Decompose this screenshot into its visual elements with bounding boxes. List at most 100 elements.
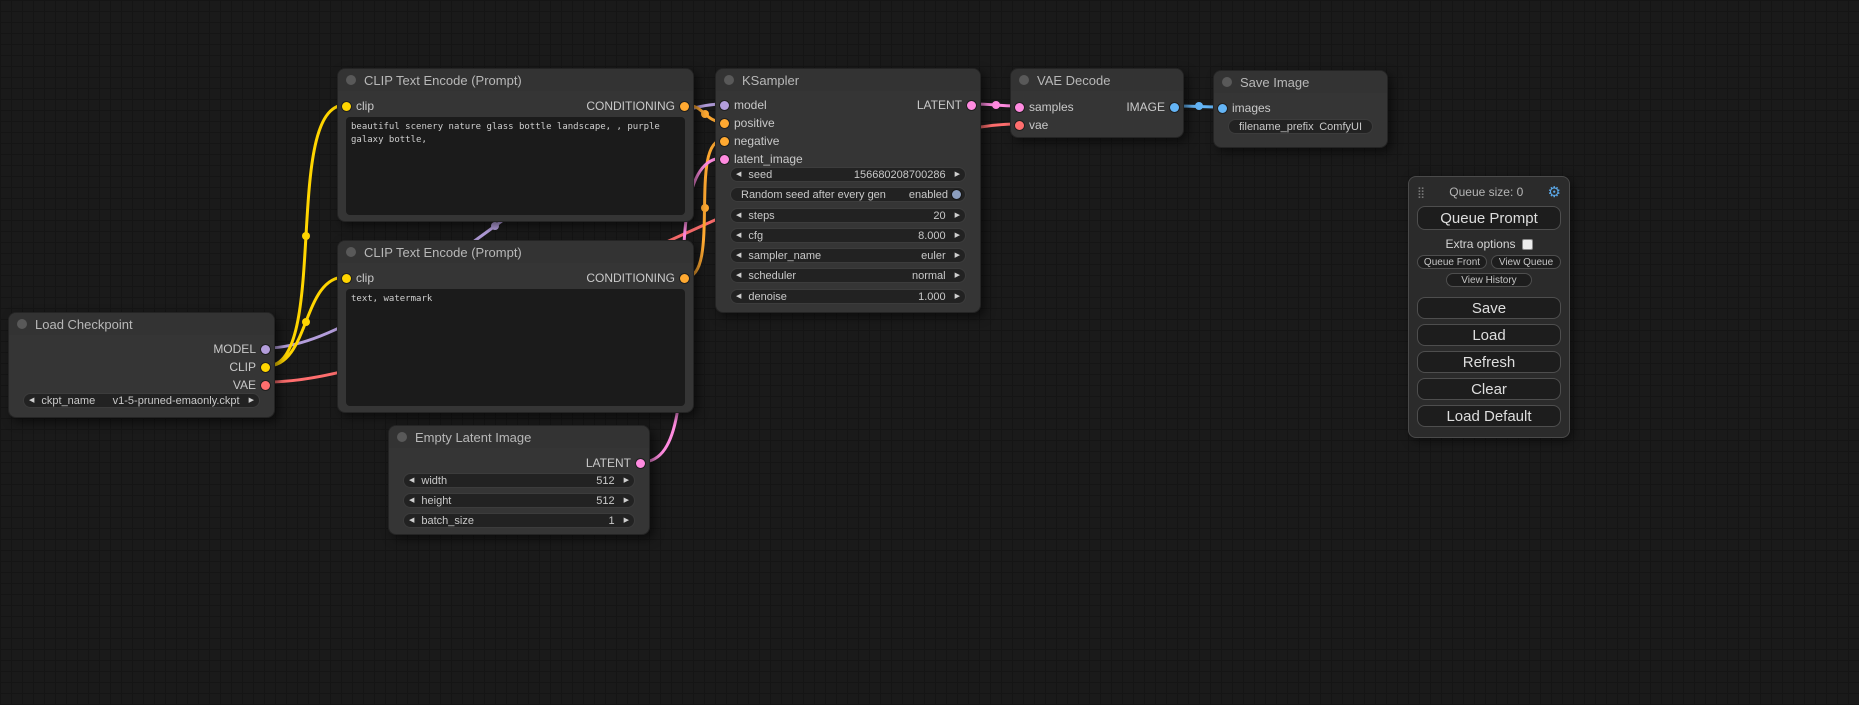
slot-dot-positive-input[interactable]	[720, 119, 729, 128]
node-clip-text-encode-negative[interactable]: CLIP Text Encode (Prompt) clip CONDITION…	[337, 240, 694, 413]
slot-dot-model[interactable]	[261, 345, 270, 354]
slot-dot-latent-output[interactable]	[636, 459, 645, 468]
queue-front-button[interactable]: Queue Front	[1417, 255, 1487, 269]
queue-prompt-button[interactable]: Queue Prompt	[1417, 206, 1561, 230]
slot-dot-clip-input[interactable]	[342, 102, 351, 111]
decrement-arrow-icon[interactable]: ◀	[731, 269, 746, 282]
widget-value[interactable]: ComfyUI	[1314, 121, 1362, 133]
save-button[interactable]: Save	[1417, 297, 1561, 319]
toggle-knob-icon[interactable]	[952, 190, 961, 199]
slot-dot-clip[interactable]	[261, 363, 270, 372]
load-default-button[interactable]: Load Default	[1417, 405, 1561, 427]
widget-value[interactable]: 512	[447, 475, 615, 487]
node-save-image[interactable]: Save Image images filename_prefix ComfyU…	[1213, 70, 1388, 148]
widget-steps[interactable]: ◀ steps 20 ▶	[730, 208, 966, 223]
collapse-dot-icon[interactable]	[1019, 75, 1029, 85]
node-title-bar[interactable]: KSampler	[716, 69, 980, 91]
drag-handle-icon[interactable]: ⣿	[1417, 186, 1425, 199]
negative-prompt-textarea[interactable]: text, watermark	[346, 289, 685, 406]
increment-arrow-icon[interactable]: ▶	[619, 514, 634, 527]
view-history-button[interactable]: View History	[1446, 273, 1532, 287]
decrement-arrow-icon[interactable]: ◀	[731, 168, 746, 181]
increment-arrow-icon[interactable]: ▶	[619, 474, 634, 487]
increment-arrow-icon[interactable]: ▶	[950, 290, 965, 303]
slot-dot-clip-input[interactable]	[342, 274, 351, 283]
decrement-arrow-icon[interactable]: ◀	[404, 474, 419, 487]
node-title-bar[interactable]: CLIP Text Encode (Prompt)	[338, 241, 693, 263]
slot-dot-samples-input[interactable]	[1015, 103, 1024, 112]
node-empty-latent-image[interactable]: Empty Latent Image LATENT ◀ width 512 ▶ …	[388, 425, 650, 535]
widget-height[interactable]: ◀ height 512 ▶	[403, 493, 635, 508]
widget-denoise[interactable]: ◀ denoise 1.000 ▶	[730, 289, 966, 304]
widget-cfg[interactable]: ◀ cfg 8.000 ▶	[730, 228, 966, 243]
node-title-bar[interactable]: Empty Latent Image	[389, 426, 649, 448]
decrement-arrow-icon[interactable]: ◀	[404, 514, 419, 527]
widget-value[interactable]: v1-5-pruned-emaonly.ckpt	[95, 395, 239, 407]
widget-random-seed-toggle[interactable]: Random seed after every gen enabled	[730, 187, 966, 202]
slot-dot-model-input[interactable]	[720, 101, 729, 110]
widget-value[interactable]: 20	[775, 210, 946, 222]
increment-arrow-icon[interactable]: ▶	[619, 494, 634, 507]
positive-prompt-textarea[interactable]: beautiful scenery nature glass bottle la…	[346, 117, 685, 215]
slot-dot-conditioning-output[interactable]	[680, 102, 689, 111]
extra-options-checkbox[interactable]	[1522, 239, 1533, 250]
decrement-arrow-icon[interactable]: ◀	[404, 494, 419, 507]
slot-label-vae: VAE	[233, 376, 256, 394]
widget-value[interactable]: 1	[474, 515, 615, 527]
view-queue-button[interactable]: View Queue	[1491, 255, 1561, 269]
node-load-checkpoint[interactable]: Load Checkpoint MODEL CLIP VAE ◀ ckpt_na…	[8, 312, 275, 418]
clear-button[interactable]: Clear	[1417, 378, 1561, 400]
widget-filename-prefix[interactable]: filename_prefix ComfyUI	[1228, 119, 1373, 134]
widget-value[interactable]: 8.000	[763, 230, 946, 242]
widget-scheduler[interactable]: ◀ scheduler normal ▶	[730, 268, 966, 283]
collapse-dot-icon[interactable]	[346, 247, 356, 257]
node-clip-text-encode-positive[interactable]: CLIP Text Encode (Prompt) clip CONDITION…	[337, 68, 694, 222]
widget-value[interactable]: 156680208700286	[772, 169, 945, 181]
increment-arrow-icon[interactable]: ▶	[950, 249, 965, 262]
slot-dot-image-output[interactable]	[1170, 103, 1179, 112]
node-graph-canvas[interactable]: Load Checkpoint MODEL CLIP VAE ◀ ckpt_na…	[0, 0, 1859, 705]
node-title-bar[interactable]: Load Checkpoint	[9, 313, 274, 335]
slot-dot-conditioning-output[interactable]	[680, 274, 689, 283]
slot-dot-vae[interactable]	[261, 381, 270, 390]
node-ksampler[interactable]: KSampler model LATENT positive negative …	[715, 68, 981, 313]
refresh-button[interactable]: Refresh	[1417, 351, 1561, 373]
increment-arrow-icon[interactable]: ▶	[950, 209, 965, 222]
widget-seed[interactable]: ◀ seed 156680208700286 ▶	[730, 167, 966, 182]
collapse-dot-icon[interactable]	[17, 319, 27, 329]
node-title-bar[interactable]: Save Image	[1214, 71, 1387, 93]
widget-batch-size[interactable]: ◀ batch_size 1 ▶	[403, 513, 635, 528]
collapse-dot-icon[interactable]	[397, 432, 407, 442]
widget-name: seed	[748, 169, 772, 181]
increment-arrow-icon[interactable]: ▶	[244, 394, 259, 407]
collapse-dot-icon[interactable]	[724, 75, 734, 85]
slot-dot-images-input[interactable]	[1218, 104, 1227, 113]
decrement-arrow-icon[interactable]: ◀	[731, 249, 746, 262]
widget-value[interactable]: 1.000	[787, 291, 946, 303]
decrement-arrow-icon[interactable]: ◀	[731, 209, 746, 222]
decrement-arrow-icon[interactable]: ◀	[24, 394, 39, 407]
widget-value[interactable]: enabled	[886, 189, 948, 201]
widget-width[interactable]: ◀ width 512 ▶	[403, 473, 635, 488]
settings-gear-icon[interactable]: ⚙	[1548, 183, 1561, 201]
slot-dot-negative-input[interactable]	[720, 137, 729, 146]
widget-value[interactable]: 512	[451, 495, 614, 507]
slot-dot-vae-input[interactable]	[1015, 121, 1024, 130]
increment-arrow-icon[interactable]: ▶	[950, 269, 965, 282]
increment-arrow-icon[interactable]: ▶	[950, 168, 965, 181]
widget-value[interactable]: euler	[821, 250, 945, 262]
slot-dot-latent-output[interactable]	[967, 101, 976, 110]
widget-ckpt-name[interactable]: ◀ ckpt_name v1-5-pruned-emaonly.ckpt ▶	[23, 393, 260, 408]
node-vae-decode[interactable]: VAE Decode samples IMAGE vae	[1010, 68, 1184, 138]
increment-arrow-icon[interactable]: ▶	[950, 229, 965, 242]
load-button[interactable]: Load	[1417, 324, 1561, 346]
decrement-arrow-icon[interactable]: ◀	[731, 290, 746, 303]
widget-sampler-name[interactable]: ◀ sampler_name euler ▶	[730, 248, 966, 263]
node-title-bar[interactable]: CLIP Text Encode (Prompt)	[338, 69, 693, 91]
widget-value[interactable]: normal	[796, 270, 946, 282]
node-title-bar[interactable]: VAE Decode	[1011, 69, 1183, 91]
decrement-arrow-icon[interactable]: ◀	[731, 229, 746, 242]
slot-dot-latent-image-input[interactable]	[720, 155, 729, 164]
collapse-dot-icon[interactable]	[346, 75, 356, 85]
collapse-dot-icon[interactable]	[1222, 77, 1232, 87]
